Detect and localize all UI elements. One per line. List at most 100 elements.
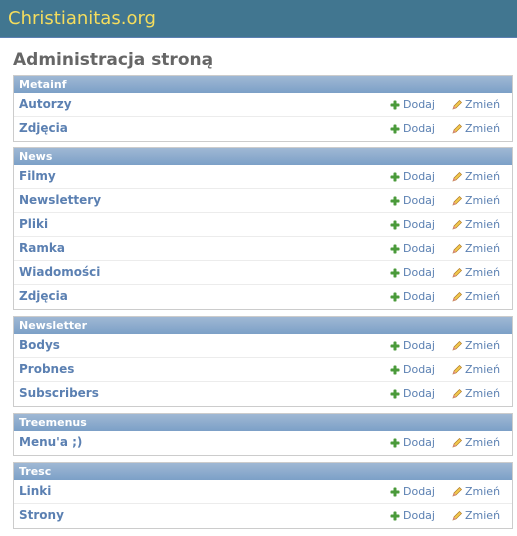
model-row: Newslettery Dodaj Zmień [14, 189, 512, 213]
pencil-icon [452, 437, 462, 448]
plus-icon [390, 100, 400, 109]
model-link[interactable]: Newslettery [19, 193, 101, 207]
add-link[interactable]: Dodaj [390, 485, 435, 498]
change-link[interactable]: Zmień [452, 339, 500, 352]
add-link[interactable]: Dodaj [390, 218, 435, 231]
change-label: Zmień [465, 485, 501, 498]
model-link[interactable]: Zdjęcia [19, 289, 68, 303]
add-link[interactable]: Dodaj [390, 122, 435, 135]
add-link[interactable]: Dodaj [390, 363, 435, 376]
pencil-icon [452, 340, 462, 351]
change-link[interactable]: Zmień [452, 98, 500, 111]
model-link[interactable]: Autorzy [19, 97, 72, 111]
add-link[interactable]: Dodaj [390, 436, 435, 449]
change-label: Zmień [465, 363, 501, 376]
add-link[interactable]: Dodaj [390, 339, 435, 352]
model-row: Pliki Dodaj Zmień [14, 213, 512, 237]
change-label: Zmień [465, 170, 501, 183]
change-label: Zmień [465, 387, 501, 400]
add-link[interactable]: Dodaj [390, 242, 435, 255]
pencil-icon [452, 99, 462, 110]
module-tresc: Tresc Linki Dodaj Zmień Strony Dodaj Zmień [13, 462, 513, 529]
model-link[interactable]: Bodys [19, 338, 60, 352]
page-title: Administracja stroną [13, 50, 214, 70]
module-caption[interactable]: Metainf [14, 76, 512, 93]
add-link[interactable]: Dodaj [390, 170, 435, 183]
plus-icon [390, 268, 400, 277]
module-caption[interactable]: Newsletter [14, 317, 512, 334]
add-link[interactable]: Dodaj [390, 266, 435, 279]
plus-icon [390, 172, 400, 181]
model-link[interactable]: Zdjęcia [19, 121, 68, 135]
change-link[interactable]: Zmień [452, 290, 500, 303]
pencil-icon [452, 219, 462, 230]
change-link[interactable]: Zmień [452, 122, 500, 135]
change-link[interactable]: Zmień [452, 363, 500, 376]
model-row: Wiadomości Dodaj Zmień [14, 261, 512, 285]
model-link[interactable]: Subscribers [19, 386, 99, 400]
model-link[interactable]: Linki [19, 484, 51, 498]
module-caption[interactable]: Treemenus [14, 414, 512, 431]
change-link[interactable]: Zmień [452, 218, 500, 231]
model-row: Subscribers Dodaj Zmień [14, 382, 512, 406]
add-link[interactable]: Dodaj [390, 387, 435, 400]
change-link[interactable]: Zmień [452, 509, 500, 522]
add-label: Dodaj [403, 122, 435, 135]
model-link[interactable]: Filmy [19, 169, 56, 183]
model-link[interactable]: Probnes [19, 362, 74, 376]
plus-icon [390, 220, 400, 229]
plus-icon [390, 292, 400, 301]
module-caption[interactable]: News [14, 148, 512, 165]
add-label: Dodaj [403, 218, 435, 231]
model-link[interactable]: Wiadomości [19, 265, 100, 279]
add-label: Dodaj [403, 436, 435, 449]
model-row: Menu'a ;) Dodaj Zmień [14, 431, 512, 455]
header-bar: Christianitas.org [0, 0, 517, 38]
pencil-icon [452, 364, 462, 375]
pencil-icon [452, 123, 462, 134]
model-row: Bodys Dodaj Zmień [14, 334, 512, 358]
change-label: Zmień [465, 339, 501, 352]
change-label: Zmień [465, 98, 501, 111]
model-row: Zdjęcia Dodaj Zmień [14, 117, 512, 141]
plus-icon [390, 389, 400, 398]
plus-icon [390, 487, 400, 496]
module-newsletter: Newsletter Bodys Dodaj Zmień Probnes Dodaj Zmi… [13, 316, 513, 407]
change-link[interactable]: Zmień [452, 387, 500, 400]
model-link[interactable]: Menu'a ;) [19, 435, 82, 449]
change-link[interactable]: Zmień [452, 242, 500, 255]
plus-icon [390, 196, 400, 205]
add-label: Dodaj [403, 242, 435, 255]
change-label: Zmień [465, 218, 501, 231]
change-label: Zmień [465, 266, 501, 279]
pencil-icon [452, 388, 462, 399]
add-link[interactable]: Dodaj [390, 98, 435, 111]
change-label: Zmień [465, 509, 501, 522]
module-caption[interactable]: Tresc [14, 463, 512, 480]
add-link[interactable]: Dodaj [390, 194, 435, 207]
change-link[interactable]: Zmień [452, 194, 500, 207]
model-link[interactable]: Strony [19, 508, 64, 522]
model-row: Probnes Dodaj Zmień [14, 358, 512, 382]
change-label: Zmień [465, 242, 501, 255]
change-link[interactable]: Zmień [452, 436, 500, 449]
add-link[interactable]: Dodaj [390, 290, 435, 303]
model-link[interactable]: Pliki [19, 217, 48, 231]
change-link[interactable]: Zmień [452, 485, 500, 498]
pencil-icon [452, 171, 462, 182]
model-link[interactable]: Ramka [19, 241, 65, 255]
add-label: Dodaj [403, 194, 435, 207]
change-link[interactable]: Zmień [452, 266, 500, 279]
add-label: Dodaj [403, 363, 435, 376]
change-label: Zmień [465, 436, 501, 449]
model-row: Filmy Dodaj Zmień [14, 165, 512, 189]
plus-icon [390, 341, 400, 350]
pencil-icon [452, 510, 462, 521]
model-row: Linki Dodaj Zmień [14, 480, 512, 504]
add-label: Dodaj [403, 509, 435, 522]
add-label: Dodaj [403, 387, 435, 400]
change-link[interactable]: Zmień [452, 170, 500, 183]
add-link[interactable]: Dodaj [390, 509, 435, 522]
site-title[interactable]: Christianitas.org [8, 8, 156, 29]
model-row: Ramka Dodaj Zmień [14, 237, 512, 261]
